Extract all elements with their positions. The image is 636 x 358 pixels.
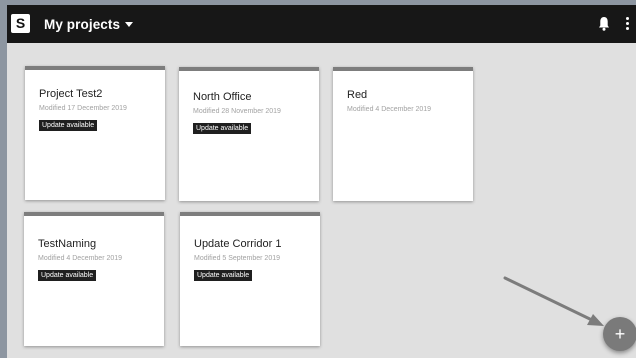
project-name: North Office	[193, 91, 252, 103]
card-header-bar	[333, 67, 473, 71]
top-bar: S My projects	[7, 5, 636, 43]
card-header-bar	[25, 66, 165, 70]
project-card[interactable]: Project Test2 Modified 17 December 2019 …	[25, 66, 165, 200]
project-card[interactable]: Update Corridor 1 Modified 5 September 2…	[180, 212, 320, 346]
project-name: Project Test2	[39, 88, 103, 100]
plus-icon: +	[614, 324, 626, 344]
project-menu-toggle[interactable]: My projects	[44, 15, 134, 33]
project-card[interactable]: Red Modified 4 December 2019	[333, 67, 473, 201]
annotation-arrow	[503, 276, 604, 326]
card-header-bar	[179, 67, 319, 71]
update-available-badge: Update available	[194, 270, 253, 281]
update-available-badge: Update available	[39, 120, 98, 131]
project-card[interactable]: North Office Modified 28 November 2019 U…	[179, 67, 319, 201]
app-window: S My projects Project Test2 Modified 17 …	[7, 5, 636, 358]
update-available-badge: Update available	[193, 123, 252, 134]
update-available-badge: Update available	[38, 270, 97, 281]
project-name: TestNaming	[38, 238, 97, 250]
project-modified-date: Modified 4 December 2019	[347, 106, 432, 113]
project-modified-date: Modified 5 September 2019	[194, 255, 280, 262]
app-logo[interactable]: S	[11, 14, 30, 33]
more-vert-icon[interactable]	[624, 17, 630, 31]
project-modified-date: Modified 17 December 2019	[39, 105, 127, 112]
project-modified-date: Modified 28 November 2019	[193, 108, 281, 115]
card-header-bar	[180, 212, 320, 216]
project-modified-date: Modified 4 December 2019	[38, 255, 123, 262]
card-header-bar	[24, 212, 164, 216]
project-name: Update Corridor 1	[194, 238, 282, 250]
project-card[interactable]: TestNaming Modified 4 December 2019 Upda…	[24, 212, 164, 346]
page-title: My projects	[44, 16, 121, 32]
chevron-down-icon	[125, 22, 134, 27]
project-name: Red	[347, 89, 368, 101]
add-project-button[interactable]: +	[603, 317, 636, 351]
bell-icon[interactable]	[598, 16, 610, 32]
